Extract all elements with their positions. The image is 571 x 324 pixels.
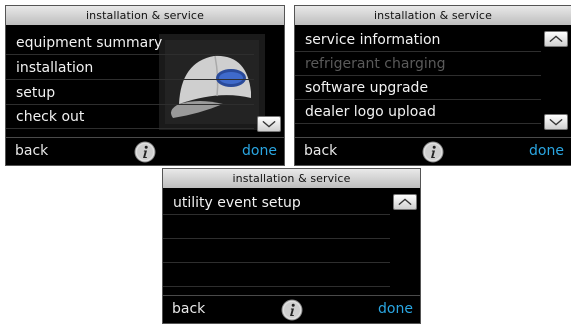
scroll-down-button[interactable] [257, 116, 281, 132]
menu-item-dealer-logo-upload[interactable]: dealer logo upload [295, 100, 541, 124]
info-icon [281, 299, 302, 321]
chevron-down-icon [549, 118, 563, 126]
empty-row [163, 263, 390, 287]
back-button[interactable]: back [172, 301, 205, 317]
menu-item-utility-event-setup[interactable]: utility event setup [163, 191, 390, 215]
screen-installation-service-page-3: installation & service utility event set… [162, 168, 421, 324]
done-button[interactable]: done [529, 143, 564, 159]
info-icon [422, 141, 444, 163]
info-button[interactable] [134, 141, 156, 163]
menu-item-installation[interactable]: installation [6, 56, 254, 80]
info-button[interactable] [422, 141, 444, 163]
chevron-up-icon [549, 35, 563, 43]
scroll-up-button[interactable] [393, 194, 417, 210]
info-button[interactable] [281, 299, 303, 321]
empty-row [163, 215, 390, 239]
screen-title: installation & service [6, 6, 284, 25]
bottom-bar: back done [295, 137, 571, 165]
menu-item-check-out[interactable]: check out [6, 105, 254, 129]
chevron-down-icon [262, 120, 276, 128]
scroll-up-button[interactable] [544, 31, 568, 47]
menu-item-refrigerant-charging: refrigerant charging [295, 52, 541, 76]
chevron-up-icon [398, 198, 412, 206]
scroll-down-button[interactable] [544, 114, 568, 130]
empty-row [163, 239, 390, 263]
bottom-bar: back done [163, 295, 420, 323]
info-icon [134, 141, 156, 163]
screen-installation-service-page-1: installation & service equipment summary… [5, 5, 285, 166]
screen-title: installation & service [163, 169, 420, 188]
done-button[interactable]: done [242, 143, 277, 159]
screen-title: installation & service [295, 6, 571, 25]
menu-item-software-upgrade[interactable]: software upgrade [295, 76, 541, 100]
back-button[interactable]: back [15, 143, 48, 159]
menu-item-equipment-summary[interactable]: equipment summary [6, 31, 254, 55]
back-button[interactable]: back [304, 143, 337, 159]
menu-item-service-information[interactable]: service information [295, 28, 541, 52]
done-button[interactable]: done [378, 301, 413, 317]
screen-installation-service-page-2: installation & service service informati… [294, 5, 571, 166]
menu-item-setup[interactable]: setup [6, 81, 254, 105]
bottom-bar: back done [6, 137, 284, 165]
